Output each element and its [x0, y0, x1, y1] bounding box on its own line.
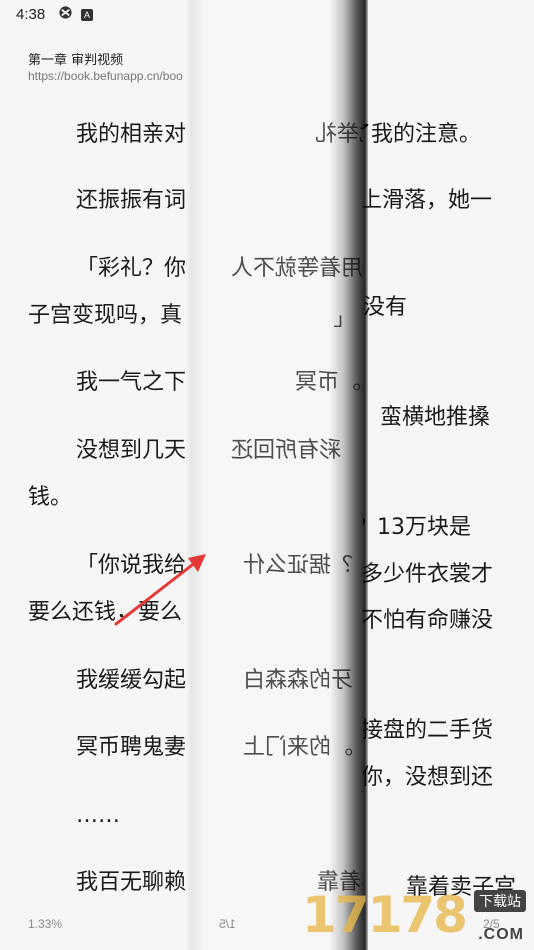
text-line: 不怕有命赚没: [363, 608, 494, 633]
text-line: 你，没想到还: [363, 765, 494, 790]
text-line: 没有: [363, 295, 408, 320]
text-line: 上滑落，她一: [363, 188, 493, 213]
watermark-domain: .COM: [478, 926, 524, 943]
watermark-tag: 下载站: [474, 890, 526, 912]
text-line: 钱。: [28, 485, 73, 510]
next-page[interactable]: 了我的注意。 上滑落，她一 没有 蛮横地推搡 ？13万块是 多少件衣裳才 不怕有…: [363, 0, 534, 950]
arrow-icon: [114, 554, 206, 626]
text-line: 多少件衣裳才: [363, 562, 494, 587]
text-line: 冥币聘鬼妻: [76, 735, 187, 760]
text-line: 我缓缓勾起: [76, 668, 187, 693]
text-line: 接盘的二手货: [363, 718, 494, 743]
page-curl-shadow: [330, 0, 368, 950]
chapter-title: 第一章 审判视频: [28, 53, 124, 68]
text-line: 我一气之下: [76, 370, 187, 395]
text-line: 我百无聊赖: [76, 870, 187, 895]
chapter-header: 第一章 审判视频 https://book.befunapp.cn/boo: [28, 53, 193, 83]
text-line: ？13万块是: [363, 515, 471, 540]
text-line: ……: [76, 803, 120, 828]
reading-progress: 1.33%: [28, 917, 63, 931]
mirrored-text-line: 彩有所回还: [231, 438, 342, 463]
text-line: 了我的注意。: [363, 122, 482, 147]
chapter-url: https://book.befunapp.cn/boo: [28, 69, 183, 83]
text-line: 我的相亲对: [76, 122, 187, 147]
watermark-number: 17178: [302, 886, 468, 944]
watermark-logo: 17178 下载站 .COM: [302, 886, 530, 948]
mirrored-page-number: 1/5: [219, 917, 236, 931]
text-line: 还振振有词: [76, 188, 187, 213]
left-page[interactable]: 我的相亲对 还振振有词 「彩礼？你 子宫变现吗，真 我一气之下 没想到几天 钱。…: [0, 0, 191, 950]
text-line: 「彩礼？你: [76, 256, 187, 281]
text-line: 没想到几天: [76, 438, 187, 463]
text-line: 蛮横地推搡: [380, 405, 491, 430]
text-line: 子宫变现吗，真: [28, 303, 183, 328]
